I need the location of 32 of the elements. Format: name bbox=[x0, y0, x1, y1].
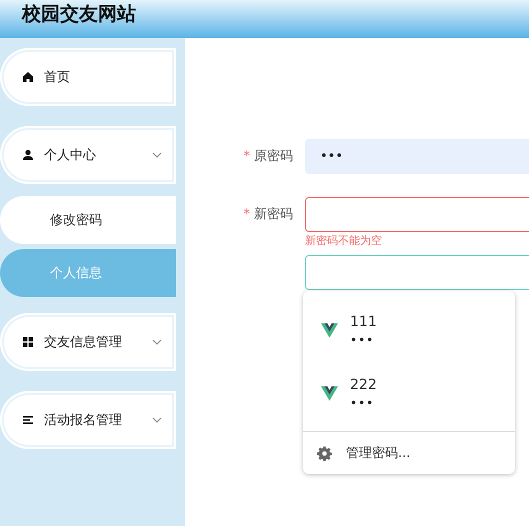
password-field[interactable] bbox=[305, 255, 529, 290]
username-text: 111 bbox=[350, 314, 377, 330]
error-message: 新密码不能为空 bbox=[305, 233, 382, 248]
required-mark: * bbox=[244, 148, 250, 166]
menu-label: 首页 bbox=[44, 69, 71, 86]
password-field[interactable] bbox=[305, 197, 529, 232]
username-text: 222 bbox=[350, 377, 377, 393]
grid-icon bbox=[22, 336, 34, 348]
user-icon bbox=[22, 149, 34, 161]
menu-item[interactable]: 活动报名管理 bbox=[0, 391, 176, 449]
menu-label: 个人中心 bbox=[44, 147, 97, 164]
v-logo-icon bbox=[321, 323, 338, 338]
menu-label: 活动报名管理 bbox=[44, 412, 123, 429]
home-icon bbox=[22, 71, 34, 83]
v-logo-icon bbox=[321, 386, 338, 401]
menu-label: 交友信息管理 bbox=[44, 334, 123, 351]
suggestion-item[interactable]: 111 ••• bbox=[303, 299, 515, 362]
required-mark: * bbox=[244, 206, 250, 224]
manage-passwords-item[interactable]: 管理密码... bbox=[303, 431, 515, 474]
password-field[interactable]: ••• bbox=[305, 139, 529, 174]
menu-item[interactable]: 个人中心 bbox=[0, 126, 176, 184]
menu-item[interactable]: 首页 bbox=[0, 48, 176, 106]
list-icon bbox=[22, 414, 34, 426]
password-dots: ••• bbox=[350, 333, 376, 347]
field-label: 新密码 bbox=[254, 206, 293, 224]
field-label: 原密码 bbox=[254, 148, 293, 166]
password-dots: ••• bbox=[350, 396, 376, 410]
suggestion-item[interactable]: 222 ••• bbox=[303, 362, 515, 425]
submenu-item[interactable]: 修改密码 bbox=[0, 196, 176, 244]
site-title: 校园交友网站 bbox=[22, 5, 136, 24]
settings-icon bbox=[317, 446, 332, 460]
menu-item[interactable]: 交友信息管理 bbox=[0, 313, 176, 371]
